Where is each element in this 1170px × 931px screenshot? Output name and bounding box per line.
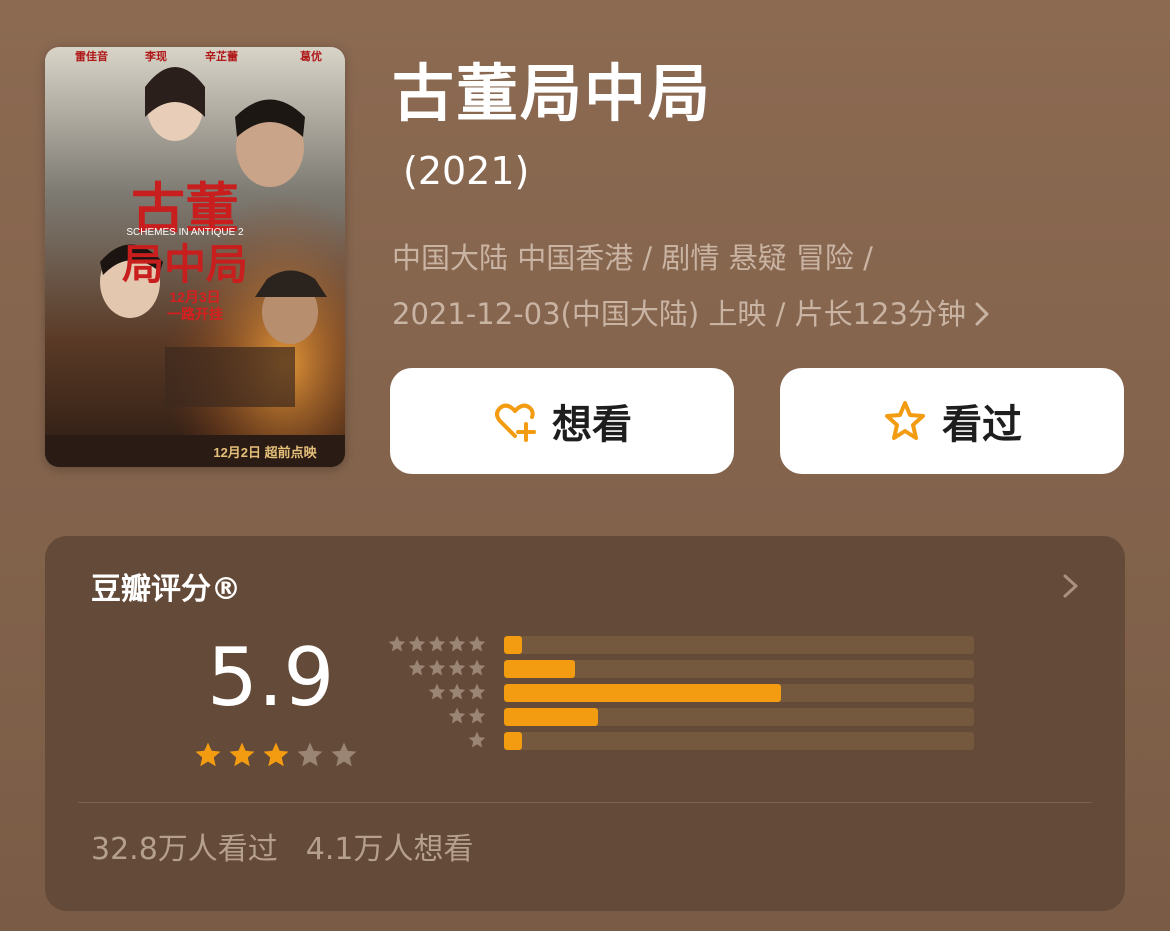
rating-stars — [193, 740, 359, 770]
want-to-watch-button[interactable]: 想看 — [390, 368, 734, 474]
rating-section-title: 豆瓣评分® — [91, 572, 241, 607]
seen-label: 看过 — [942, 402, 1022, 448]
rating-card[interactable]: 豆瓣评分® 5.9 32.8万人看过 4.1万人想看 — [45, 536, 1125, 911]
movie-poster[interactable]: 古董 SCHEMES IN ANTIQUE 2 局中局 12月3日 一路开挂 雷… — [45, 47, 345, 467]
chevron-right-icon[interactable] — [974, 296, 990, 332]
seen-count: 32.8万人看过 — [91, 832, 278, 867]
star-filled-icon — [229, 742, 255, 767]
svg-text:葛优: 葛优 — [299, 49, 322, 63]
rating-row-stars — [383, 658, 487, 678]
star-icon — [468, 731, 486, 748]
rating-bar-track — [504, 684, 974, 702]
rating-bar-track — [504, 732, 974, 750]
movie-meta-line1[interactable]: 中国大陆 中国香港 / 剧情 悬疑 冒险 / — [392, 240, 1092, 276]
movie-title: 古董局中局 — [392, 57, 713, 130]
heart-plus-icon — [495, 403, 536, 442]
star-icon — [408, 659, 426, 676]
star-filled-icon — [263, 742, 289, 767]
rating-row-1-star — [383, 730, 983, 750]
movie-year: (2021) — [403, 149, 530, 193]
rating-bar-fill — [504, 732, 522, 750]
star-icon — [428, 635, 446, 652]
meta-regions-genres: 中国大陆 中国香港 / 剧情 悬疑 冒险 / — [392, 241, 873, 275]
divider — [78, 802, 1092, 803]
chevron-right-icon[interactable] — [1061, 572, 1081, 600]
want-label: 想看 — [552, 402, 632, 448]
rating-bar-fill — [504, 660, 575, 678]
star-icon — [428, 659, 446, 676]
svg-text:李现: 李现 — [144, 49, 167, 63]
star-icon — [448, 707, 466, 724]
rating-row-stars — [383, 730, 487, 750]
rating-row-stars — [383, 634, 487, 654]
rating-bar-track — [504, 636, 974, 654]
svg-text:12月3日: 12月3日 — [169, 289, 220, 305]
svg-text:12月2日 超前点映: 12月2日 超前点映 — [213, 445, 317, 460]
star-icon — [428, 683, 446, 700]
svg-text:辛芷蕾: 辛芷蕾 — [205, 49, 238, 63]
rating-bar-fill — [504, 636, 522, 654]
star-empty-icon — [297, 742, 323, 767]
rating-score: 5.9 — [207, 631, 335, 724]
star-icon — [408, 635, 426, 652]
rating-bar-fill — [504, 684, 782, 702]
svg-text:SCHEMES IN ANTIQUE 2: SCHEMES IN ANTIQUE 2 — [126, 227, 244, 238]
star-icon — [468, 707, 486, 724]
rating-row-5-star — [383, 634, 983, 654]
rating-row-stars — [383, 706, 487, 726]
watched-button[interactable]: 看过 — [780, 368, 1124, 474]
rating-bar-track — [504, 708, 974, 726]
watch-counts: 32.8万人看过 4.1万人想看 — [91, 830, 474, 870]
star-icon — [448, 659, 466, 676]
rating-row-3-star — [383, 682, 983, 702]
star-empty-icon — [331, 742, 357, 767]
meta-release-runtime: 2021-12-03(中国大陆) 上映 / 片长123分钟 — [392, 297, 966, 331]
rating-row-stars — [383, 682, 487, 702]
svg-text:局中局: 局中局 — [122, 242, 248, 289]
star-icon — [468, 659, 486, 676]
rating-row-2-star — [383, 706, 983, 726]
movie-meta-line2[interactable]: 2021-12-03(中国大陆) 上映 / 片长123分钟 — [392, 296, 1092, 332]
rating-distribution — [383, 634, 983, 764]
star-outline-icon — [885, 401, 925, 440]
rating-row-4-star — [383, 658, 983, 678]
star-icon — [448, 683, 466, 700]
star-icon — [468, 635, 486, 652]
star-filled-icon — [195, 742, 221, 767]
rating-bar-fill — [504, 708, 598, 726]
rating-bar-track — [504, 660, 974, 678]
svg-text:一路开挂: 一路开挂 — [167, 306, 223, 322]
star-icon — [468, 683, 486, 700]
poster-image: 古董 SCHEMES IN ANTIQUE 2 局中局 12月3日 一路开挂 雷… — [45, 47, 345, 467]
star-icon — [448, 635, 466, 652]
star-icon — [388, 635, 406, 652]
svg-text:雷佳音: 雷佳音 — [75, 49, 108, 63]
want-count: 4.1万人想看 — [305, 832, 474, 867]
